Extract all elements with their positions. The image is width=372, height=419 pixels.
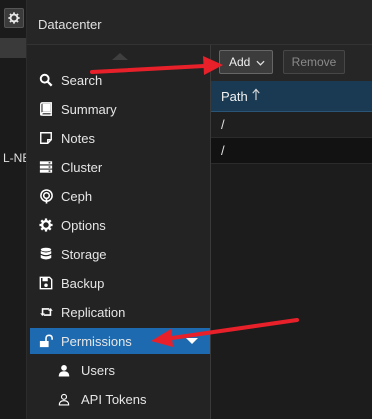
notes-icon bbox=[38, 130, 54, 146]
server-icon bbox=[38, 159, 54, 175]
nav-item-label: Search bbox=[61, 72, 103, 88]
nav-item-label: Replication bbox=[61, 304, 126, 320]
nav-item-storage[interactable]: Storage bbox=[30, 241, 210, 267]
book-icon bbox=[38, 101, 54, 117]
content-header: Datacenter bbox=[27, 0, 372, 45]
column-header-path[interactable]: Path bbox=[211, 81, 372, 112]
table-row[interactable]: / bbox=[211, 112, 372, 138]
tree-settings-button[interactable] bbox=[4, 8, 24, 28]
nav-item-label: Cluster bbox=[61, 159, 103, 175]
page-title: Datacenter bbox=[38, 17, 102, 32]
add-button-label: Add bbox=[229, 55, 251, 69]
nav-item-label: Notes bbox=[61, 130, 95, 146]
scroll-up-icon[interactable] bbox=[112, 53, 128, 60]
unlock-icon bbox=[38, 333, 54, 349]
permissions-panel: Add Remove Path / / bbox=[211, 45, 372, 419]
nav-item-options[interactable]: Options bbox=[30, 212, 210, 238]
retweet-icon bbox=[38, 304, 54, 320]
nav-item-permissions[interactable]: Permissions bbox=[30, 328, 210, 354]
user-icon bbox=[56, 362, 72, 378]
nav-item-ceph[interactable]: Ceph bbox=[30, 183, 210, 209]
gear-icon bbox=[8, 12, 20, 24]
nav-item-notes[interactable]: Notes bbox=[30, 125, 210, 151]
sort-ascending-icon bbox=[251, 88, 261, 104]
database-icon bbox=[38, 246, 54, 262]
nav-item-label: Options bbox=[61, 217, 106, 233]
tree-row-selected[interactable] bbox=[0, 38, 26, 58]
nav-item-api-tokens[interactable]: API Tokens bbox=[30, 386, 210, 412]
nav-item-label: API Tokens bbox=[81, 391, 147, 407]
nav-item-replication[interactable]: Replication bbox=[30, 299, 210, 325]
nav-item-backup[interactable]: Backup bbox=[30, 270, 210, 296]
chevron-down-icon bbox=[256, 55, 265, 69]
nav-item-label: Backup bbox=[61, 275, 105, 291]
column-header-label: Path bbox=[221, 88, 248, 104]
nav-item-summary[interactable]: Summary bbox=[30, 96, 210, 122]
floppy-icon bbox=[38, 275, 54, 291]
path-cell: / bbox=[221, 143, 225, 158]
search-icon bbox=[38, 72, 54, 88]
nav-item-label: Summary bbox=[61, 101, 117, 117]
remove-button[interactable]: Remove bbox=[283, 50, 345, 74]
nav-item-label: Users bbox=[81, 362, 115, 378]
table-row[interactable]: / bbox=[211, 138, 372, 164]
nav-item-label: Ceph bbox=[61, 188, 93, 204]
resource-tree-strip: L-NE bbox=[0, 0, 27, 419]
gear-icon bbox=[38, 217, 54, 233]
path-cell: / bbox=[221, 117, 225, 132]
user-outline-icon bbox=[56, 391, 72, 407]
nav-item-users[interactable]: Users bbox=[30, 357, 210, 383]
nav-item-search[interactable]: Search bbox=[30, 67, 210, 93]
ceph-icon bbox=[38, 188, 54, 204]
nav-item-label: Storage bbox=[61, 246, 107, 262]
datacenter-nav-menu: Search Summary Notes Cluster Ceph Option… bbox=[27, 45, 211, 419]
chevron-down-icon[interactable] bbox=[186, 338, 198, 344]
toolbar: Add Remove bbox=[211, 45, 372, 81]
nav-item-label: Permissions bbox=[61, 333, 132, 349]
add-button[interactable]: Add bbox=[219, 50, 273, 74]
nav-item-cluster[interactable]: Cluster bbox=[30, 154, 210, 180]
tree-node-label[interactable]: L-NE bbox=[3, 151, 26, 165]
